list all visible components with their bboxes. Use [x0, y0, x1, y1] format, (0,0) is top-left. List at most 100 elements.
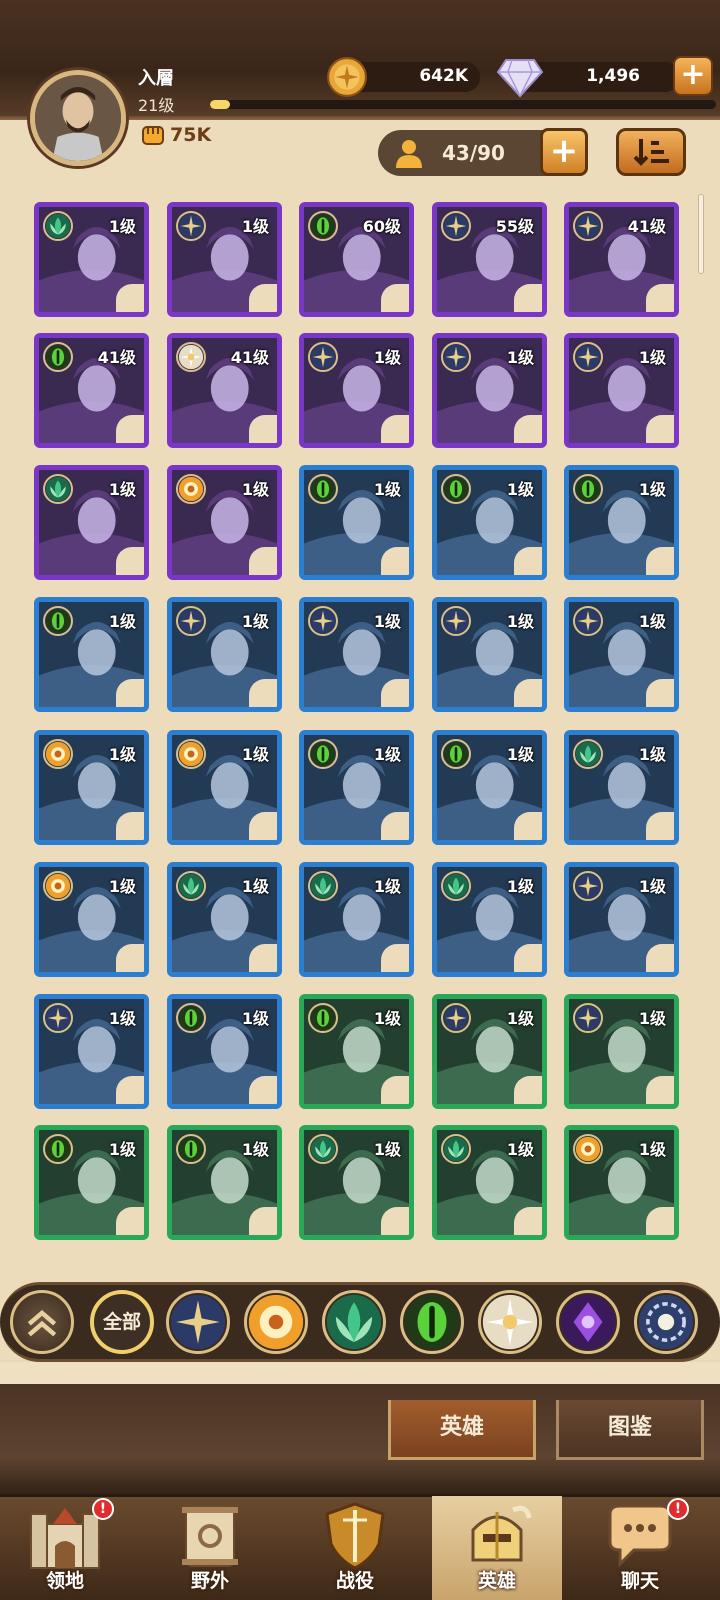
hero-card[interactable]: 1级 — [432, 333, 547, 448]
hero-level: 1级 — [506, 1009, 534, 1028]
faction-badge-icon — [43, 1134, 73, 1164]
hero-card[interactable]: 1级 — [299, 862, 414, 977]
hero-level: 1级 — [108, 745, 136, 764]
hero-level: 41级 — [230, 348, 269, 367]
nav-label: 英雄 — [477, 1570, 516, 1592]
hero-level: 1级 — [638, 480, 666, 499]
faction-badge-icon — [308, 342, 338, 372]
hero-card[interactable]: 1级 — [299, 1125, 414, 1240]
hero-level: 1级 — [506, 480, 534, 499]
hero-card[interactable]: 41级 — [34, 333, 149, 448]
hero-card[interactable]: 1级 — [167, 1125, 282, 1240]
sun-faction-filter-button[interactable] — [244, 1290, 308, 1354]
celestial-faction-icon — [482, 1294, 538, 1350]
hero-card[interactable]: 1级 — [432, 862, 547, 977]
hero-card[interactable]: 1级 — [34, 862, 149, 977]
notification-badge: ! — [92, 1498, 114, 1520]
celestial-faction-filter-button[interactable] — [478, 1290, 542, 1354]
hero-level: 1级 — [638, 877, 666, 896]
player-avatar[interactable] — [30, 70, 126, 166]
eye-faction-filter-button[interactable] — [400, 1290, 464, 1354]
faction-badge-icon — [43, 342, 73, 372]
hero-card[interactable]: 1级 — [564, 994, 679, 1109]
faction-badge-icon — [308, 1134, 338, 1164]
hero-card[interactable]: 1级 — [167, 862, 282, 977]
forest-faction-icon — [326, 1294, 382, 1350]
hero-card[interactable]: 1级 — [564, 862, 679, 977]
nav-sword-shield[interactable]: 战役 — [290, 1496, 420, 1600]
nav-chat-bubble[interactable]: 聊天! — [575, 1496, 705, 1600]
nav-map-scroll[interactable]: 野外 — [145, 1496, 275, 1600]
hero-card[interactable]: 1级 — [34, 202, 149, 317]
faction-badge-icon — [441, 1003, 471, 1033]
sword-shield-icon — [325, 1502, 385, 1570]
hero-level: 1级 — [108, 612, 136, 631]
hero-card[interactable]: 1级 — [34, 994, 149, 1109]
hero-card[interactable]: 1级 — [432, 597, 547, 712]
hero-card[interactable]: 1级 — [34, 1125, 149, 1240]
hero-card[interactable]: 1级 — [167, 730, 282, 845]
tab-heroes[interactable]: 英雄 — [388, 1400, 536, 1460]
hero-card[interactable]: 1级 — [564, 730, 679, 845]
hero-level: 1级 — [506, 1140, 534, 1159]
nav-helmet[interactable]: 英雄 — [432, 1496, 562, 1600]
hero-card[interactable]: 1级 — [432, 730, 547, 845]
nav-label: 战役 — [335, 1570, 374, 1592]
hero-level: 1级 — [638, 1009, 666, 1028]
faction-badge-icon — [573, 1003, 603, 1033]
hero-card[interactable]: 1级 — [564, 597, 679, 712]
faction-badge-icon — [176, 1134, 206, 1164]
hero-card[interactable]: 1级 — [299, 730, 414, 845]
dimensional-faction-filter-button[interactable] — [634, 1290, 698, 1354]
faction-badge-icon — [441, 211, 471, 241]
hypogean-faction-filter-button[interactable] — [556, 1290, 620, 1354]
faction-badge-icon — [441, 1134, 471, 1164]
faction-badge-icon — [176, 871, 206, 901]
tab-codex[interactable]: 图鉴 — [556, 1400, 704, 1460]
hero-level: 1级 — [241, 480, 269, 499]
hero-card[interactable]: 1级 — [299, 994, 414, 1109]
hero-card[interactable]: 1级 — [564, 333, 679, 448]
faction-badge-icon — [43, 739, 73, 769]
hero-card[interactable]: 1级 — [34, 465, 149, 580]
light-faction-filter-button[interactable] — [166, 1290, 230, 1354]
avatar-portrait-icon — [35, 75, 121, 161]
hero-card[interactable]: 60级 — [299, 202, 414, 317]
hero-card[interactable]: 1级 — [34, 730, 149, 845]
hero-level: 1级 — [108, 217, 136, 236]
faction-badge-icon — [176, 1003, 206, 1033]
hero-level: 1级 — [241, 877, 269, 896]
hero-level: 1级 — [241, 612, 269, 631]
hero-level: 1级 — [108, 1009, 136, 1028]
faction-badge-icon — [573, 1134, 603, 1164]
hero-level: 60级 — [362, 217, 401, 236]
hero-card[interactable]: 1级 — [299, 465, 414, 580]
hero-card[interactable]: 1级 — [564, 465, 679, 580]
hero-card[interactable]: 1级 — [432, 465, 547, 580]
hero-card[interactable]: 1级 — [299, 333, 414, 448]
filter-all-button[interactable]: 全部 — [90, 1290, 154, 1354]
hero-card[interactable]: 1级 — [432, 994, 547, 1109]
hero-card[interactable]: 1级 — [167, 465, 282, 580]
faction-badge-icon — [176, 342, 206, 372]
add-gems-button[interactable]: + — [673, 56, 713, 96]
hero-card[interactable]: 41级 — [167, 333, 282, 448]
hero-card[interactable]: 41级 — [564, 202, 679, 317]
hero-level: 1级 — [108, 877, 136, 896]
power-value: 75K — [170, 124, 212, 146]
hero-card[interactable]: 1级 — [564, 1125, 679, 1240]
forest-faction-filter-button[interactable] — [322, 1290, 386, 1354]
collapse-filter-button[interactable] — [10, 1290, 74, 1354]
hero-card[interactable]: 1级 — [299, 597, 414, 712]
hero-level: 1级 — [638, 348, 666, 367]
player-name: 入層 — [138, 68, 174, 89]
nav-castle[interactable]: 领地! — [0, 1496, 130, 1600]
hero-card[interactable]: 1级 — [167, 597, 282, 712]
hero-card[interactable]: 55级 — [432, 202, 547, 317]
hero-level: 1级 — [506, 877, 534, 896]
hero-card[interactable]: 1级 — [167, 202, 282, 317]
hero-card[interactable]: 1级 — [34, 597, 149, 712]
hero-card[interactable]: 1级 — [432, 1125, 547, 1240]
hero-card[interactable]: 1级 — [167, 994, 282, 1109]
faction-badge-icon — [43, 606, 73, 636]
